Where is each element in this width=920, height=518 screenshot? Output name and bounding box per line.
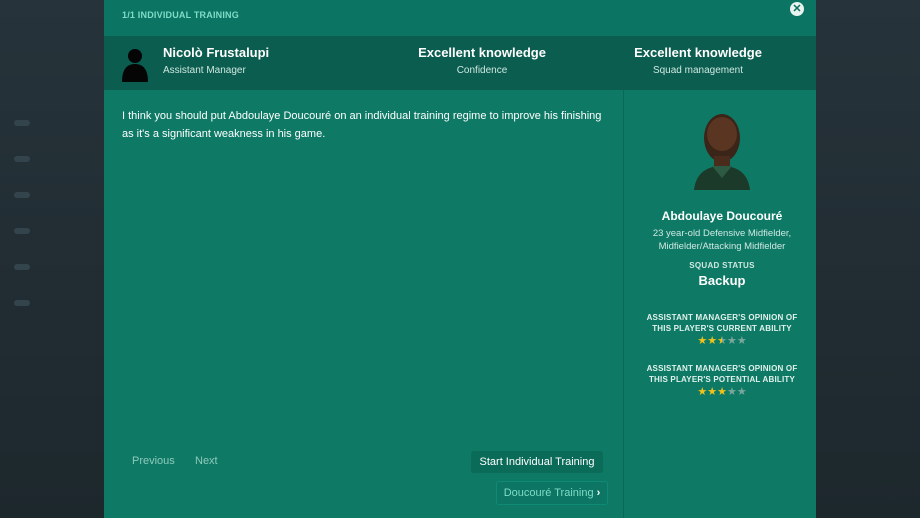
star-icon: ★ [697,386,708,398]
current-ability-label-line: ASSISTANT MANAGER'S OPINION OF [646,313,798,322]
chevron-right-icon: › [596,487,601,499]
staff-name: Nicolò Frustalupi [163,45,270,60]
star-icon: ★ [717,386,727,398]
current-ability-stars: ★★★★★ [624,335,820,347]
player-name[interactable]: Abdoulaye Doucouré [624,209,820,223]
player-description-line: 23 year-old Defensive Midfielder, [652,228,792,239]
knowledge-squad-management: Excellent knowledge Squad management [608,45,788,76]
background-left [0,0,104,518]
star-icon: ★ [726,386,737,398]
player-panel: Abdoulaye Doucouré 23 year-old Defensive… [624,90,816,518]
start-individual-training-button[interactable]: Start Individual Training [471,451,603,473]
potential-ability-label-line: ASSISTANT MANAGER'S OPINION OF [646,364,798,373]
potential-ability-label-line: THIS PLAYER'S POTENTIAL ABILITY [648,375,796,384]
player-training-label: Doucouré Training [503,487,594,499]
background-item [14,120,30,126]
current-ability-label: ASSISTANT MANAGER'S OPINION OF THIS PLAY… [630,312,814,334]
knowledge-confidence: Excellent knowledge Confidence [392,45,572,76]
player-description: 23 year-old Defensive Midfielder, Midfie… [634,227,810,253]
player-photo [694,114,750,190]
staff-header: Nicolò Frustalupi Assistant Manager Exce… [104,36,816,90]
background-item [14,264,30,270]
background-item [14,300,30,306]
dialog-breadcrumb: 1/1 INDIVIDUAL TRAINING [122,10,239,20]
player-description-line: Midfielder/Attacking Midfielder [658,241,786,252]
previous-link[interactable]: Previous [132,455,175,467]
star-icon: ★ [726,335,737,347]
staff-avatar [122,49,148,82]
individual-training-dialog: 1/1 INDIVIDUAL TRAINING ✕ Nicolò Frustal… [104,0,816,518]
squad-status-label: SQUAD STATUS [689,261,755,270]
knowledge-subtitle: Confidence [456,65,508,76]
background-right [816,0,920,518]
potential-ability-label: ASSISTANT MANAGER'S OPINION OF THIS PLAY… [630,363,814,385]
staff-role: Assistant Manager [163,65,246,76]
star-icon: ★ [707,386,718,398]
next-link[interactable]: Next [195,455,218,467]
background-item [14,228,30,234]
star-icon: ★ [736,335,747,347]
current-ability-label-line: THIS PLAYER'S CURRENT ABILITY [652,324,792,333]
advice-message: I think you should put Abdoulaye Doucour… [122,110,602,140]
star-icon: ★ [707,335,718,347]
knowledge-title: Excellent knowledge [418,45,546,60]
close-icon[interactable]: ✕ [790,2,804,16]
knowledge-subtitle: Squad management [652,65,744,76]
potential-ability-stars: ★★★★★ [624,386,820,398]
star-icon: ★ [697,335,708,347]
background-item [14,192,30,198]
knowledge-title: Excellent knowledge [634,45,762,60]
dialog-top-bar: 1/1 INDIVIDUAL TRAINING ✕ [104,0,816,36]
star-icon: ★ [736,386,747,398]
player-training-button[interactable]: Doucouré Training › [496,481,608,505]
squad-status-value: Backup [698,273,746,288]
star-icon: ★ [717,335,727,347]
background-item [14,156,30,162]
